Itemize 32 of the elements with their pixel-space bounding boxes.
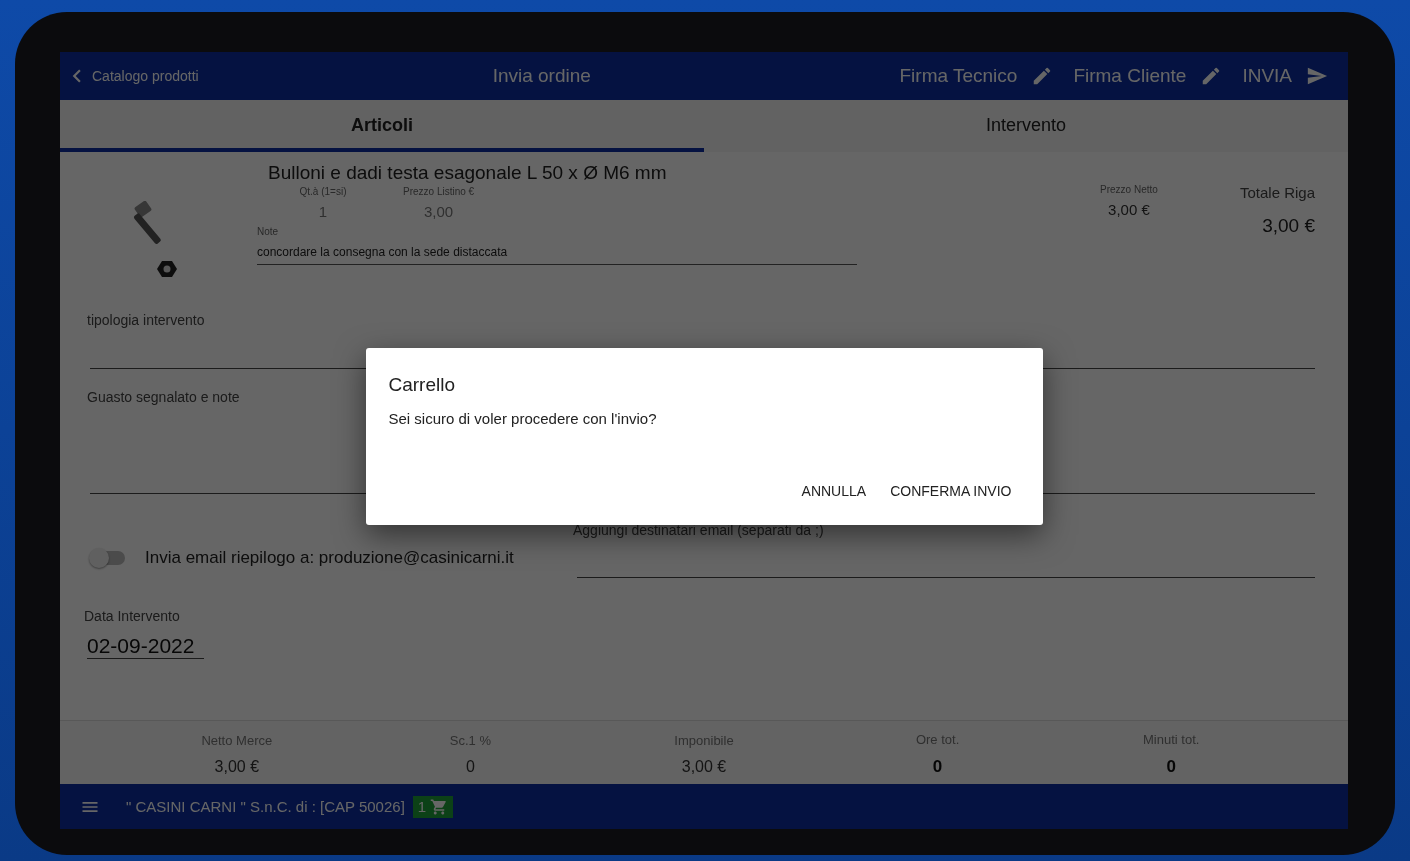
date-label: Data Intervento [84,608,180,624]
cart-icon [430,797,449,816]
date-field[interactable]: 02-09-2022 [87,634,205,659]
total-value: 3,00 € [214,758,260,776]
toolbar-action[interactable]: Firma Cliente [1063,65,1233,87]
toolbar-action[interactable]: Firma Tecnico [889,65,1064,87]
total-value: 0 [465,758,475,776]
tab[interactable]: Articoli [60,100,704,152]
dialog-title: Carrello [388,374,457,396]
field-label: Qt.à (1=si) [299,186,347,197]
note-field[interactable]: concordare la consegna con la sede distaccata [257,245,857,265]
tab[interactable]: Intervento [704,100,1348,152]
toggle-label: Invia email riepilogo a: produzione@casinicarni.it [145,548,514,568]
back-button[interactable]: Catalogo prodotti [64,63,354,89]
note-label: Note [257,226,280,237]
cart-button[interactable]: 1 [412,795,454,818]
send-icon [1306,65,1328,87]
total-value: 0 [932,757,943,777]
product-name: Bulloni e dadi testa esagonale L 50 x Ø M6 mm [268,162,668,184]
field-label: Prezzo Listino € [403,186,475,197]
line-total: 3,00 € [1262,215,1315,237]
dialog-button[interactable]: ANNULLA [793,475,875,507]
toolbar-action[interactable]: INVIA [1232,65,1338,87]
company-name: " CASINI CARNI " S.n.C. di : [CAP 50026] [126,798,405,815]
net-price-label: Prezzo Netto [1100,184,1158,195]
net-price: 3,00 € [1108,201,1150,218]
dialog-button[interactable]: CONFERMA INVIO [882,475,1020,507]
screen-title: Invia ordine [491,65,592,87]
line-total-label: Totale Riga [1239,184,1315,201]
total-value: 0 [1166,757,1176,777]
total-value: 3,00 € [681,758,727,776]
dialog-message: Sei sicuro di voler procedere con l'invio? [388,410,658,429]
